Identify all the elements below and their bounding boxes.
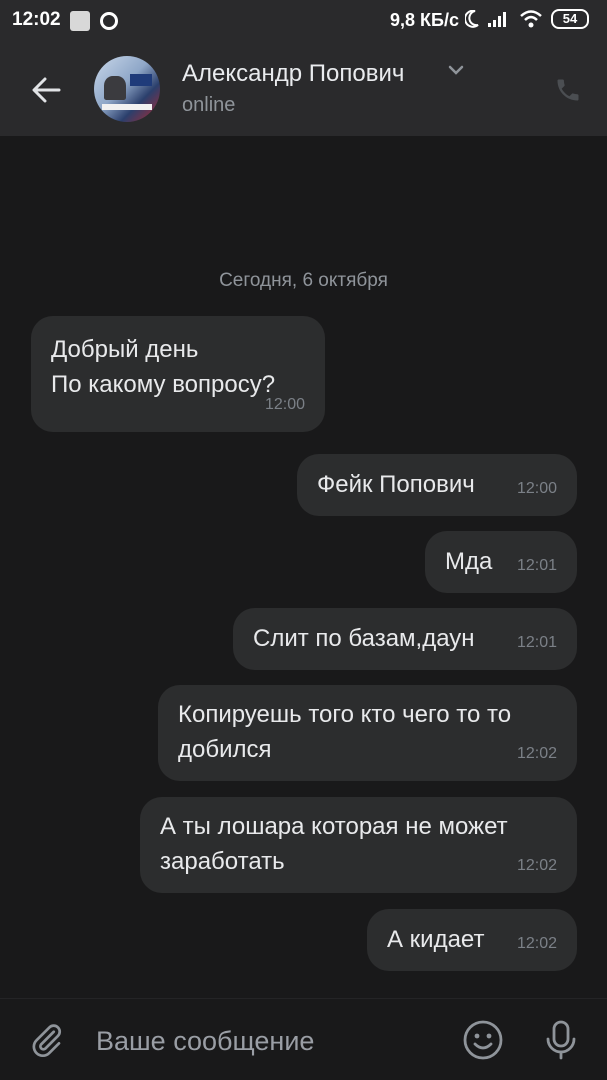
message-incoming[interactable]: Добрый день По какому вопросу? 12:00 [31, 316, 325, 432]
contact-avatar[interactable] [94, 56, 160, 122]
contact-name[interactable]: Александр Попович [182, 60, 404, 88]
contact-status: online [182, 94, 236, 116]
message-list[interactable]: Сегодня, 6 октября Добрый день По какому… [0, 136, 607, 998]
message-time: 12:02 [516, 935, 557, 952]
moon-icon [465, 10, 479, 28]
message-input[interactable]: Ваше сообщение [96, 1021, 436, 1061]
message-composer: Ваше сообщение [0, 998, 607, 1080]
chevron-down-icon[interactable] [447, 64, 465, 76]
wifi-icon [520, 10, 542, 28]
message-outgoing[interactable]: Мда 12:01 [425, 531, 577, 593]
back-button[interactable] [24, 68, 68, 112]
message-time: 12:02 [516, 857, 557, 874]
message-outgoing[interactable]: Копируешь того кто чего то то добился 12… [158, 685, 577, 781]
message-outgoing[interactable]: Слит по базам,даун 12:01 [233, 608, 577, 670]
attach-button[interactable] [26, 1019, 68, 1061]
network-speed: 9,8 КБ/с [390, 10, 459, 30]
phone-icon [557, 79, 579, 101]
message-outgoing[interactable]: А кидает 12:02 [367, 909, 577, 971]
microphone-icon [546, 1020, 576, 1060]
sync-icon [100, 12, 118, 30]
call-button[interactable] [548, 70, 588, 110]
paperclip-icon [32, 1024, 61, 1058]
status-time: 12:02 [12, 9, 61, 30]
battery-indicator: 54 [551, 9, 589, 29]
smile-icon [463, 1020, 503, 1060]
message-time: 12:00 [516, 480, 557, 497]
notification-icon [70, 11, 90, 31]
status-icons: 54 [465, 9, 589, 29]
signal-icon [488, 12, 506, 27]
message-outgoing[interactable]: А ты лошара которая не может заработать … [140, 797, 577, 893]
date-separator: Сегодня, 6 октября [219, 270, 388, 291]
message-outgoing[interactable]: Фейк Попович 12:00 [297, 454, 577, 516]
microphone-button[interactable] [538, 1017, 584, 1063]
message-time: 12:01 [516, 557, 557, 574]
message-text: Слит по базам,даун [253, 625, 475, 652]
message-time: 12:02 [516, 745, 557, 762]
message-time: 12:01 [516, 634, 557, 651]
arrow-left-icon [32, 77, 61, 103]
emoji-button[interactable] [460, 1017, 506, 1063]
message-text: Копируешь того кто чего то то добился [178, 701, 512, 763]
chat-header: Александр Попович online [0, 42, 607, 136]
message-time: 12:00 [264, 396, 305, 413]
message-text: А ты лошара которая не может заработать [160, 813, 508, 875]
status-bar: 12:02 9,8 КБ/с 54 [0, 0, 607, 42]
